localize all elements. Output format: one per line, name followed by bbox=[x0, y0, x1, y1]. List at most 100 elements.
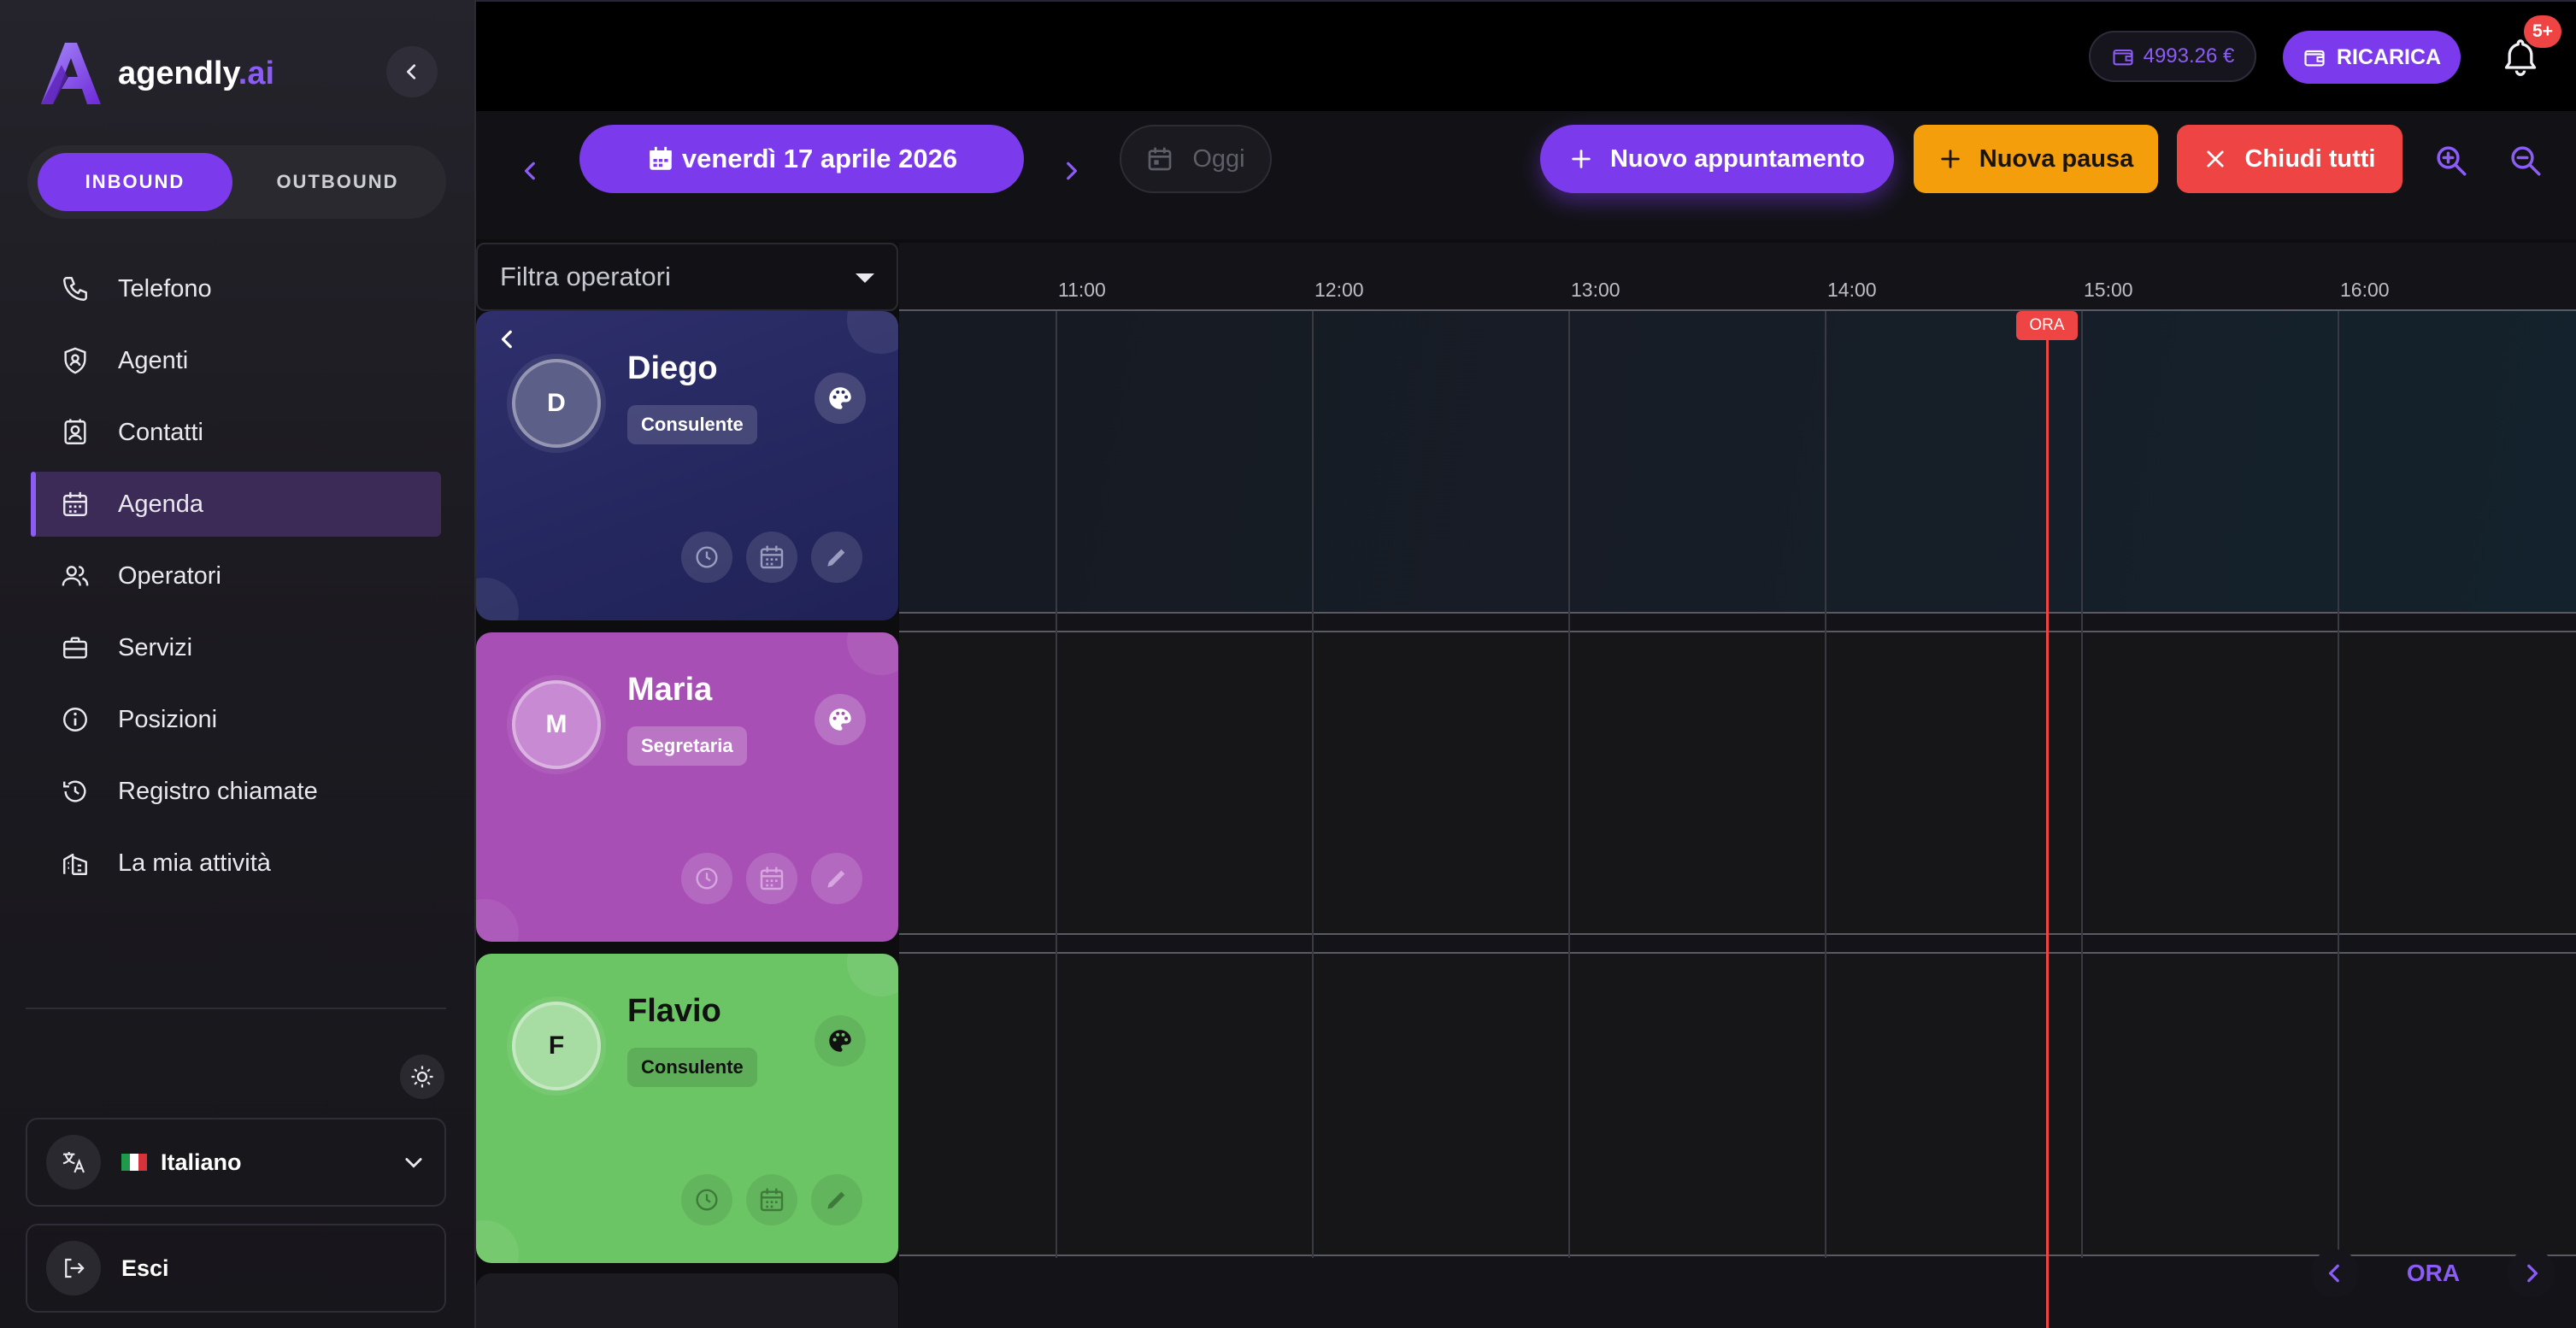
operator-timeline-row[interactable] bbox=[899, 309, 2576, 614]
sidebar-item-label: Agenda bbox=[118, 490, 203, 518]
color-palette-button[interactable] bbox=[815, 694, 866, 745]
sidebar-item-servizi[interactable]: Servizi bbox=[31, 615, 441, 680]
sidebar-item-agenda[interactable]: Agenda bbox=[31, 472, 441, 537]
clock-icon bbox=[696, 1189, 718, 1211]
collapse-sidebar-button[interactable] bbox=[386, 46, 438, 97]
info-circle-icon bbox=[60, 704, 91, 735]
zoom-out-button[interactable] bbox=[2502, 137, 2550, 185]
palette-icon bbox=[829, 708, 851, 731]
language-label: Italiano bbox=[161, 1149, 242, 1175]
sidebar-item-label: Contatti bbox=[118, 418, 203, 446]
notifications-badge: 5+ bbox=[2524, 15, 2561, 48]
direction-toggle: INBOUND OUTBOUND bbox=[27, 145, 446, 219]
filter-placeholder: Filtra operatori bbox=[500, 261, 671, 291]
selected-date: venerdì 17 aprile 2026 bbox=[681, 144, 958, 173]
hour-label: 11:00 bbox=[1058, 279, 1106, 301]
jump-to-now-button[interactable]: ORA bbox=[2407, 1260, 2460, 1287]
new-appointment-button[interactable]: Nuovo appuntamento bbox=[1540, 125, 1894, 193]
sidebar-item-label: Telefono bbox=[118, 274, 212, 303]
hour-label: 13:00 bbox=[1571, 279, 1620, 301]
sidebar-item-label: Agenti bbox=[118, 346, 189, 374]
hour-label: 14:00 bbox=[1827, 279, 1877, 301]
palette-icon bbox=[829, 1030, 851, 1052]
theme-toggle-button[interactable] bbox=[400, 1055, 444, 1099]
it-flag-icon bbox=[121, 1154, 147, 1171]
calendar-button[interactable] bbox=[746, 853, 797, 904]
calendar-icon bbox=[760, 867, 784, 890]
operator-timeline-row[interactable] bbox=[899, 631, 2576, 935]
chevron-right-icon bbox=[1067, 162, 1078, 180]
language-select[interactable]: Italiano bbox=[26, 1118, 446, 1207]
sidebar-item-la-mia-attivita[interactable]: La mia attività bbox=[31, 831, 441, 896]
sidebar-item-contatti[interactable]: Contatti bbox=[31, 400, 441, 465]
edit-button[interactable] bbox=[811, 853, 862, 904]
operator-card-flavio[interactable]: F Flavio Consulente bbox=[476, 954, 898, 1263]
hour-gridline bbox=[1056, 311, 1057, 1258]
briefcase-icon bbox=[60, 632, 91, 663]
date-picker-button[interactable]: venerdì 17 aprile 2026 bbox=[579, 125, 1024, 193]
new-pause-button[interactable]: Nuova pausa bbox=[1914, 125, 2158, 193]
operator-timeline-row[interactable] bbox=[899, 952, 2576, 1256]
today-button[interactable]: Oggi bbox=[1120, 125, 1272, 193]
previous-day-button[interactable] bbox=[505, 145, 556, 197]
sidebar: agendly.ai INBOUND OUTBOUND Telefono Age… bbox=[0, 0, 476, 1328]
plus-icon bbox=[1941, 150, 1960, 168]
current-time-line bbox=[2046, 311, 2049, 1328]
close-all-button[interactable]: Chiudi tutti bbox=[2177, 125, 2403, 193]
sidebar-nav: Telefono Agenti Contatti Agenda Operator… bbox=[31, 256, 441, 902]
tab-inbound[interactable]: INBOUND bbox=[38, 153, 232, 211]
timeline-grid: 11:00 12:00 13:00 14:00 15:00 16:00 ORA bbox=[899, 243, 2576, 1328]
sidebar-item-label: Operatori bbox=[118, 561, 221, 590]
sidebar-item-label: Posizioni bbox=[118, 705, 218, 733]
sidebar-item-label: La mia attività bbox=[118, 849, 271, 877]
operator-card-maria[interactable]: M Maria Segretaria bbox=[476, 632, 898, 942]
logout-button[interactable]: Esci bbox=[26, 1224, 446, 1313]
next-day-button[interactable] bbox=[1045, 145, 1097, 197]
sidebar-item-posizioni[interactable]: Posizioni bbox=[31, 687, 441, 752]
tab-outbound[interactable]: OUTBOUND bbox=[239, 153, 436, 211]
hour-gridline bbox=[2338, 311, 2339, 1258]
zoom-in-icon bbox=[2437, 146, 2467, 176]
logout-icon bbox=[46, 1241, 101, 1296]
color-palette-button[interactable] bbox=[815, 1015, 866, 1067]
plus-icon bbox=[1572, 150, 1591, 168]
color-palette-button[interactable] bbox=[815, 373, 866, 424]
collapse-operators-button[interactable] bbox=[497, 328, 519, 355]
balance-amount: 4993.26 € bbox=[2143, 44, 2235, 68]
hour-gridline bbox=[1825, 311, 1826, 1258]
calendar-icon bbox=[650, 146, 672, 170]
clock-icon bbox=[696, 546, 718, 568]
palette-icon bbox=[829, 387, 851, 409]
sidebar-item-operatori[interactable]: Operatori bbox=[31, 544, 441, 608]
hours-button[interactable] bbox=[681, 1174, 732, 1225]
wallet-balance[interactable]: 4993.26 € bbox=[2089, 31, 2256, 82]
calendar-icon bbox=[760, 545, 784, 569]
building-icon bbox=[60, 848, 91, 878]
chevron-left-icon bbox=[407, 64, 416, 79]
operator-card-diego[interactable]: D Diego Consulente bbox=[476, 311, 898, 620]
calendar-button[interactable] bbox=[746, 1174, 797, 1225]
pencil-icon bbox=[827, 1191, 845, 1209]
recharge-button[interactable]: RICARICA bbox=[2283, 31, 2461, 84]
operator-filter-select[interactable]: Filtra operatori bbox=[476, 243, 898, 311]
sidebar-item-registro-chiamate[interactable]: Registro chiamate bbox=[31, 759, 441, 824]
scroll-right-button[interactable] bbox=[2507, 1249, 2555, 1297]
edit-button[interactable] bbox=[811, 1174, 862, 1225]
chevron-right-icon bbox=[2527, 1264, 2538, 1283]
brand-name: agendly.ai bbox=[118, 55, 275, 91]
operator-card-next[interactable] bbox=[476, 1273, 898, 1328]
chevron-left-icon bbox=[501, 330, 512, 349]
edit-button[interactable] bbox=[811, 532, 862, 583]
brand-logo[interactable]: agendly.ai bbox=[39, 39, 274, 108]
sidebar-item-agenti[interactable]: Agenti bbox=[31, 328, 441, 393]
zoom-in-button[interactable] bbox=[2427, 137, 2475, 185]
chevron-down-icon bbox=[405, 1158, 422, 1168]
scroll-left-button[interactable] bbox=[2311, 1249, 2359, 1297]
hours-button[interactable] bbox=[681, 532, 732, 583]
new-appointment-label: Nuovo appuntamento bbox=[1609, 144, 1866, 173]
hour-gridline bbox=[1312, 311, 1314, 1258]
sidebar-item-telefono[interactable]: Telefono bbox=[31, 256, 441, 321]
calendar-icon bbox=[760, 1188, 784, 1212]
hours-button[interactable] bbox=[681, 853, 732, 904]
calendar-button[interactable] bbox=[746, 532, 797, 583]
